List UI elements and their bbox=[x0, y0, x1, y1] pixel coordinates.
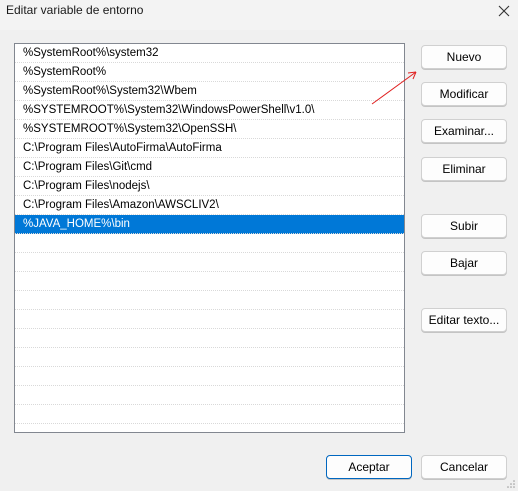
empty-list-row[interactable] bbox=[15, 291, 404, 310]
title-bar: Editar variable de entorno bbox=[0, 0, 518, 30]
resize-grip[interactable] bbox=[506, 479, 516, 489]
list-item[interactable]: %SYSTEMROOT%\System32\WindowsPowerShell\… bbox=[15, 101, 404, 120]
empty-list-row[interactable] bbox=[15, 386, 404, 405]
accept-button[interactable]: Aceptar bbox=[326, 455, 412, 479]
edit-text-button[interactable]: Editar texto... bbox=[421, 308, 507, 332]
empty-list-row[interactable] bbox=[15, 234, 404, 253]
list-item[interactable]: C:\Program Files\nodejs\ bbox=[15, 177, 404, 196]
empty-list-row[interactable] bbox=[15, 310, 404, 329]
list-item[interactable]: %JAVA_HOME%\bin bbox=[15, 215, 404, 234]
move-down-button[interactable]: Bajar bbox=[421, 251, 507, 275]
new-button[interactable]: Nuevo bbox=[421, 45, 507, 69]
move-up-button[interactable]: Subir bbox=[421, 214, 507, 238]
list-item[interactable]: C:\Program Files\Amazon\AWSCLIV2\ bbox=[15, 196, 404, 215]
empty-list-row[interactable] bbox=[15, 272, 404, 291]
browse-button[interactable]: Examinar... bbox=[421, 119, 507, 143]
list-item[interactable]: %SystemRoot%\system32 bbox=[15, 44, 404, 63]
close-button[interactable] bbox=[490, 0, 518, 22]
delete-button[interactable]: Eliminar bbox=[421, 157, 507, 181]
edit-button[interactable]: Modificar bbox=[421, 82, 507, 106]
list-item[interactable]: C:\Program Files\Git\cmd bbox=[15, 158, 404, 177]
list-item[interactable]: %SystemRoot%\System32\Wbem bbox=[15, 82, 404, 101]
window-title: Editar variable de entorno bbox=[6, 3, 144, 17]
empty-list-row[interactable] bbox=[15, 329, 404, 348]
empty-list-row[interactable] bbox=[15, 405, 404, 424]
empty-list-row[interactable] bbox=[15, 367, 404, 386]
path-list[interactable]: %SystemRoot%\system32 %SystemRoot% %System… bbox=[14, 43, 405, 433]
close-icon bbox=[498, 5, 510, 17]
list-item[interactable]: C:\Program Files\AutoFirma\AutoFirma bbox=[15, 139, 404, 158]
empty-list-row[interactable] bbox=[15, 348, 404, 367]
empty-list-row[interactable] bbox=[15, 253, 404, 272]
cancel-button[interactable]: Cancelar bbox=[421, 455, 507, 479]
list-item[interactable]: %SYSTEMROOT%\System32\OpenSSH\ bbox=[15, 120, 404, 139]
list-item[interactable]: %SystemRoot% bbox=[15, 63, 404, 82]
